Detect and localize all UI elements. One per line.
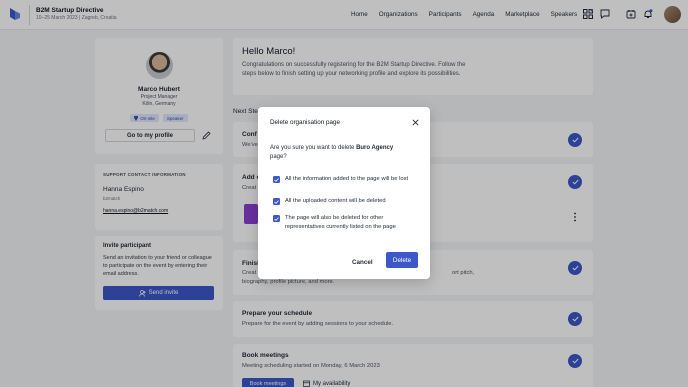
checkbox-label: All the information added to the page wi… bbox=[285, 176, 409, 182]
checkbox-checked[interactable] bbox=[273, 215, 280, 222]
close-icon[interactable] bbox=[410, 117, 420, 127]
confirm-checkbox-row[interactable]: All the information added to the page wi… bbox=[273, 175, 413, 184]
dialog-question: Are you sure you want to delete Buro Age… bbox=[270, 145, 394, 160]
confirm-checkbox-row[interactable]: The page will also be deleted for other … bbox=[273, 214, 413, 231]
checkbox-checked[interactable] bbox=[273, 198, 280, 205]
delete-button[interactable]: Delete bbox=[386, 252, 418, 268]
checkbox-checked[interactable] bbox=[273, 176, 280, 183]
organisation-name: Buro Agency bbox=[356, 145, 394, 151]
dialog-title: Delete organisation page bbox=[270, 119, 341, 126]
delete-organisation-dialog: Delete organisation page Are you sure yo… bbox=[258, 107, 430, 279]
cancel-button[interactable]: Cancel bbox=[352, 259, 373, 266]
confirm-checkbox-row[interactable]: All the uploaded content will be deleted bbox=[273, 197, 413, 206]
checkbox-label: The page will also be deleted for other … bbox=[285, 215, 396, 230]
checkbox-label: All the uploaded content will be deleted bbox=[285, 198, 386, 204]
